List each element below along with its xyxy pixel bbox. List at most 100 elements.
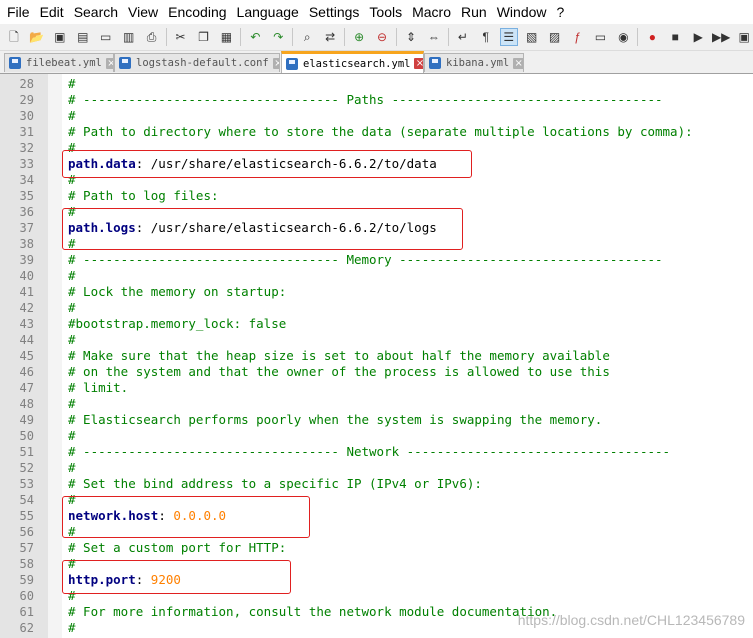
line-number: 56 <box>19 525 34 539</box>
line-number: 37 <box>19 221 34 235</box>
code-line[interactable]: 48 # <box>0 396 753 412</box>
code-line[interactable]: 30 # <box>0 108 753 124</box>
code-line[interactable]: 40 # <box>0 268 753 284</box>
menu-language[interactable]: Language <box>232 0 304 24</box>
monitoring-icon[interactable]: ◉ <box>614 28 632 46</box>
close-file-icon[interactable]: ▭ <box>97 28 115 46</box>
comment-text: # <box>68 460 76 475</box>
code-line[interactable]: 50 # <box>0 428 753 444</box>
highlight-network-host <box>62 496 310 538</box>
zoom-out-icon[interactable]: ⊖ <box>373 28 391 46</box>
code-line[interactable]: 42 # <box>0 300 753 316</box>
paste-icon[interactable]: ▦ <box>217 28 235 46</box>
replace-icon[interactable]: ⇄ <box>321 28 339 46</box>
line-text: # ---------------------------------- Mem… <box>68 252 663 268</box>
line-number: 39 <box>19 253 34 267</box>
line-text: # Set a custom port for HTTP: <box>68 540 286 556</box>
code-line[interactable]: 28 # <box>0 76 753 92</box>
menu-help[interactable]: ? <box>552 0 570 24</box>
indent-guide-icon[interactable]: ☰ <box>499 28 518 46</box>
menu-macro[interactable]: Macro <box>407 0 456 24</box>
menu-tools[interactable]: Tools <box>364 0 407 24</box>
comment-text: # Elasticsearch performs poorly when the… <box>68 412 603 427</box>
sync-vertical-icon[interactable]: ⇕ <box>402 28 420 46</box>
menu-run[interactable]: Run <box>456 0 492 24</box>
menu-view[interactable]: View <box>123 0 163 24</box>
code-line[interactable]: 31 # Path to directory where to store the… <box>0 124 753 140</box>
close-tab-icon[interactable]: × <box>105 57 113 69</box>
code-line[interactable]: 43 #bootstrap.memory_lock: false <box>0 316 753 332</box>
code-line[interactable]: 47 # limit. <box>0 380 753 396</box>
code-line[interactable]: 35 # Path to log files: <box>0 188 753 204</box>
cut-icon[interactable]: ✂ <box>172 28 190 46</box>
menu-window[interactable]: Window <box>492 0 552 24</box>
code-line[interactable]: 53 # Set the bind address to a specific I… <box>0 476 753 492</box>
comment-text: # Lock the memory on startup: <box>68 284 287 299</box>
redo-icon[interactable]: ↷ <box>269 28 287 46</box>
zoom-in-icon[interactable]: ⊕ <box>350 28 368 46</box>
close-tab-icon[interactable]: × <box>513 57 523 69</box>
comment-text: # <box>68 108 76 123</box>
line-number: 59 <box>19 573 34 587</box>
find-icon[interactable]: ⌕ <box>298 28 316 46</box>
menu-encoding[interactable]: Encoding <box>163 0 231 24</box>
comment-text: # <box>68 300 76 315</box>
code-line[interactable]: 51 # ---------------------------------- N… <box>0 444 753 460</box>
file-icon <box>286 57 298 70</box>
tab-filebeat[interactable]: filebeat.yml × <box>4 53 114 72</box>
code-line[interactable]: 45 # Make sure that the heap size is set … <box>0 348 753 364</box>
code-line[interactable]: 41 # Lock the memory on startup: <box>0 284 753 300</box>
line-text: # <box>68 332 76 348</box>
comment-text: # Set a custom port for HTTP: <box>68 540 287 555</box>
run-macro-multiple-icon[interactable]: ▶▶ <box>712 28 730 46</box>
code-line[interactable]: 49 # Elasticsearch performs poorly when t… <box>0 412 753 428</box>
word-wrap-icon[interactable]: ↵ <box>454 28 472 46</box>
new-file-icon[interactable]: 🗋 <box>5 28 23 46</box>
comment-text: # Set the bind address to a specific IP … <box>68 476 482 491</box>
menu-bar: File Edit Search View Encoding Language … <box>0 0 753 24</box>
save-all-icon[interactable]: ▤ <box>74 28 92 46</box>
toolbar-separator <box>637 28 639 46</box>
code-line[interactable]: 52 # <box>0 460 753 476</box>
code-line[interactable]: 39 # ---------------------------------- M… <box>0 252 753 268</box>
line-number: 46 <box>19 365 34 379</box>
save-macro-icon[interactable]: ▣ <box>735 28 753 46</box>
line-number: 29 <box>19 93 34 107</box>
tab-label: kibana.yml <box>446 57 510 69</box>
save-icon[interactable]: ▣ <box>51 28 69 46</box>
user-language-icon[interactable]: ▧ <box>523 28 541 46</box>
menu-settings[interactable]: Settings <box>304 0 365 24</box>
print-icon[interactable]: ⎙ <box>143 28 161 46</box>
line-number: 36 <box>19 205 34 219</box>
editor[interactable]: 28 #29 # ---------------------------------… <box>0 74 753 638</box>
tab-label: elasticsearch.yml <box>303 57 411 70</box>
play-macro-icon[interactable]: ▶ <box>689 28 707 46</box>
code-line[interactable]: 29 # ---------------------------------- P… <box>0 92 753 108</box>
line-number: 42 <box>19 301 34 315</box>
line-number: 30 <box>19 109 34 123</box>
record-macro-icon[interactable]: ● <box>643 28 661 46</box>
code-line[interactable]: 44 # <box>0 332 753 348</box>
document-map-icon[interactable]: ▨ <box>546 28 564 46</box>
copy-icon[interactable]: ❐ <box>195 28 213 46</box>
sync-horizontal-icon[interactable]: ⇔ <box>425 28 443 46</box>
folder-workspace-icon[interactable]: ▭ <box>592 28 610 46</box>
tab-kibana[interactable]: kibana.yml × <box>424 53 524 72</box>
undo-icon[interactable]: ↶ <box>246 28 264 46</box>
open-file-icon[interactable]: 📂 <box>28 28 46 46</box>
menu-search[interactable]: Search <box>69 0 123 24</box>
menu-edit[interactable]: Edit <box>35 0 69 24</box>
tab-logstash-default[interactable]: logstash-default.conf × <box>114 53 280 72</box>
function-list-icon[interactable]: ƒ <box>569 28 587 46</box>
code-line[interactable]: 46 # on the system and that the owner of … <box>0 364 753 380</box>
close-tab-icon[interactable]: × <box>272 57 279 69</box>
code-line[interactable]: 57 # Set a custom port for HTTP: <box>0 540 753 556</box>
show-all-characters-icon[interactable]: ¶ <box>477 28 495 46</box>
close-tab-icon[interactable]: × <box>414 58 423 69</box>
stop-macro-icon[interactable]: ■ <box>666 28 684 46</box>
close-all-icon[interactable]: ▥ <box>120 28 138 46</box>
menu-file[interactable]: File <box>0 0 35 24</box>
line-number: 38 <box>19 237 34 251</box>
line-number: 55 <box>19 509 34 523</box>
tab-elasticsearch[interactable]: elasticsearch.yml × <box>281 51 424 73</box>
